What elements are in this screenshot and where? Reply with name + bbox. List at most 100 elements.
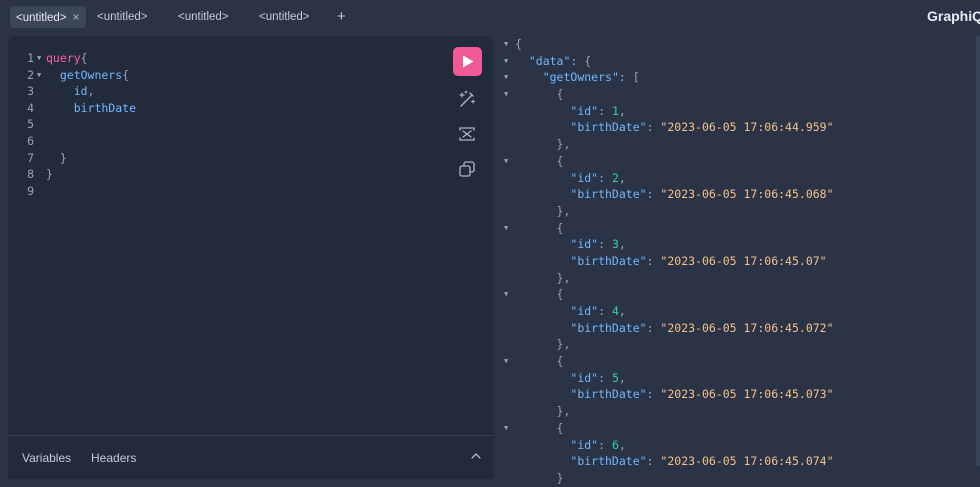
response-line: ▼ "data": { bbox=[502, 53, 980, 70]
copy-icon bbox=[459, 161, 475, 177]
response-token: }, bbox=[515, 404, 571, 419]
code-token: id bbox=[46, 84, 88, 99]
response-text: "id": 4, bbox=[515, 303, 626, 320]
app-logo-text: GraphiQL bbox=[927, 8, 980, 24]
tab-variables[interactable]: Variables bbox=[22, 451, 71, 465]
response-token: "2023-06-05 17:06:45.073" bbox=[660, 387, 834, 402]
tab-query-1[interactable]: <untitled> × bbox=[10, 6, 86, 28]
response-token: , bbox=[618, 170, 626, 185]
response-line: ▼ { bbox=[502, 353, 980, 370]
response-line: ▼ { bbox=[502, 286, 980, 303]
response-text: "id": 3, bbox=[515, 236, 626, 253]
response-token bbox=[515, 254, 570, 268]
tab-label: <untitled> bbox=[178, 11, 229, 23]
response-line: "birthDate": "2023-06-05 17:06:45.068" bbox=[502, 186, 980, 203]
response-line: }, bbox=[502, 270, 980, 287]
response-token: "2023-06-05 17:06:44.959" bbox=[660, 120, 834, 135]
response-token: , bbox=[618, 304, 626, 318]
response-token bbox=[515, 371, 570, 385]
code-token: getOwners bbox=[46, 67, 123, 82]
response-line: "id": 4, bbox=[502, 303, 980, 320]
fold-arrow-icon[interactable]: ▼ bbox=[504, 220, 508, 237]
response-token: , bbox=[618, 237, 626, 252]
fold-arrow-icon[interactable]: ▼ bbox=[504, 286, 508, 303]
response-token: : bbox=[598, 170, 612, 185]
response-token: : { bbox=[570, 53, 592, 68]
fold-arrow-icon[interactable]: ▼ bbox=[37, 50, 41, 67]
prettify-icon bbox=[459, 90, 476, 107]
close-tab-icon[interactable]: × bbox=[73, 10, 80, 24]
copy-query-button[interactable] bbox=[457, 159, 477, 179]
fold-arrow-icon[interactable]: ▼ bbox=[504, 353, 508, 370]
fold-arrow-icon[interactable]: ▼ bbox=[504, 69, 508, 86]
query-editor[interactable]: 1 ▼ query{2 ▼ getOwners{3 id, 4 birthDate 5 6 7… bbox=[8, 36, 494, 479]
code-token: birthDate bbox=[46, 100, 137, 115]
response-token bbox=[515, 171, 570, 185]
response-text: { bbox=[515, 353, 564, 370]
response-token: "id" bbox=[570, 103, 599, 118]
response-token: , bbox=[618, 437, 626, 452]
response-token: { bbox=[515, 420, 564, 435]
response-token: "birthDate" bbox=[570, 187, 647, 202]
play-icon bbox=[463, 55, 474, 68]
response-token: "id" bbox=[570, 237, 599, 252]
response-text: "birthDate": "2023-06-05 17:06:45.074" bbox=[515, 453, 833, 470]
response-token: 6 bbox=[611, 437, 619, 452]
tab-query-2[interactable]: <untitled> bbox=[91, 6, 154, 28]
response-token: 1 bbox=[611, 103, 619, 118]
response-token: }, bbox=[515, 337, 571, 352]
response-line: ▼ { bbox=[502, 86, 980, 103]
response-line: ▼ { bbox=[502, 420, 980, 437]
line-number: 8 bbox=[27, 167, 34, 182]
response-line: } bbox=[502, 470, 980, 487]
response-token: "id" bbox=[570, 170, 599, 185]
merge-fragments-button[interactable] bbox=[457, 124, 477, 144]
response-line: "id": 2, bbox=[502, 170, 980, 187]
chevron-up-icon[interactable] bbox=[470, 450, 482, 462]
code-token: query bbox=[46, 51, 81, 65]
response-token: "birthDate" bbox=[570, 387, 647, 402]
response-token: "data" bbox=[528, 53, 571, 68]
merge-fragments-icon bbox=[459, 127, 475, 141]
response-token bbox=[515, 321, 570, 335]
response-scrollbar[interactable] bbox=[976, 36, 980, 466]
response-token bbox=[515, 304, 570, 318]
execute-query-button[interactable] bbox=[453, 47, 482, 76]
line-number: 1 bbox=[27, 51, 34, 65]
response-token: { bbox=[515, 87, 564, 102]
response-token: { bbox=[515, 153, 564, 168]
tab-headers[interactable]: Headers bbox=[91, 451, 136, 465]
add-tab-icon[interactable]: + bbox=[337, 7, 346, 27]
response-text: { bbox=[515, 86, 564, 103]
response-token: "2023-06-05 17:06:45.068" bbox=[660, 187, 834, 202]
response-token: }, bbox=[515, 137, 571, 152]
fold-arrow-icon[interactable]: ▼ bbox=[504, 153, 508, 170]
fold-arrow-icon[interactable]: ▼ bbox=[504, 420, 508, 437]
tab-label: <untitled> bbox=[97, 11, 148, 23]
response-token: }, bbox=[515, 203, 571, 218]
fold-arrow-icon[interactable]: ▼ bbox=[37, 67, 41, 84]
response-token: : [ bbox=[618, 70, 640, 85]
response-token: "2023-06-05 17:06:45.072" bbox=[660, 320, 834, 335]
response-token: "id" bbox=[570, 304, 599, 318]
response-text: }, bbox=[515, 136, 571, 153]
code-text: id, bbox=[46, 83, 95, 100]
fold-arrow-icon[interactable]: ▼ bbox=[504, 86, 508, 103]
code-token: } bbox=[46, 167, 53, 182]
tab-query-4[interactable]: <untitled> bbox=[253, 6, 316, 28]
response-line: "id": 3, bbox=[502, 236, 980, 253]
prettify-button[interactable] bbox=[457, 89, 477, 109]
tab-query-3[interactable]: <untitled> bbox=[172, 6, 235, 28]
code-text: query{ bbox=[46, 50, 88, 67]
response-token: : bbox=[646, 187, 661, 202]
response-line: "id": 1, bbox=[502, 103, 980, 120]
fold-arrow-icon[interactable]: ▼ bbox=[504, 36, 508, 53]
response-token: : bbox=[598, 103, 612, 118]
response-line: "id": 6, bbox=[502, 437, 980, 454]
code-text: birthDate bbox=[46, 100, 136, 117]
line-number: 6 bbox=[27, 133, 34, 148]
fold-arrow-icon[interactable]: ▼ bbox=[504, 53, 508, 70]
code-token: } bbox=[46, 150, 67, 165]
response-text: "id": 2, bbox=[515, 170, 626, 187]
response-token: "birthDate" bbox=[570, 253, 647, 268]
